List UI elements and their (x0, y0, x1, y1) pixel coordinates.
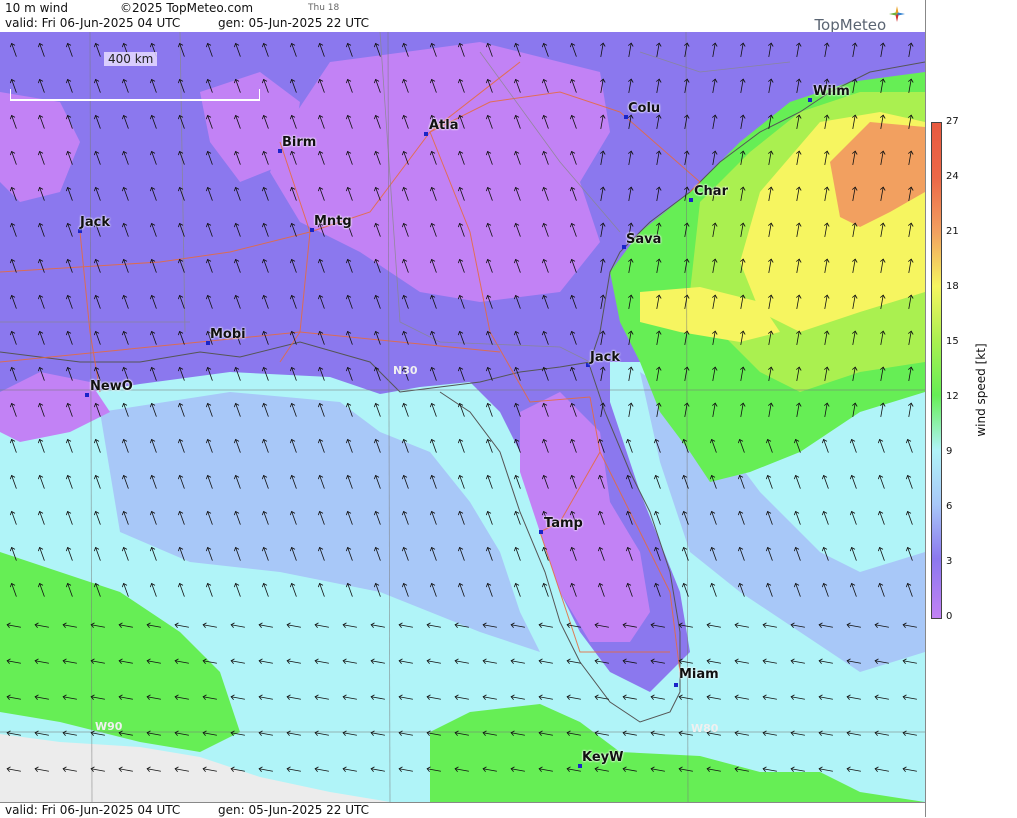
grid-label-w80: W80 (691, 722, 719, 735)
grid-label-n30: N30 (393, 364, 418, 377)
city-label[interactable]: NewO (90, 379, 133, 394)
city-label[interactable]: Sava (626, 232, 661, 247)
city-marker (539, 530, 543, 534)
colorbar-tick: 21 (946, 226, 959, 237)
city-marker (674, 683, 678, 687)
city-marker (424, 132, 428, 136)
city-label[interactable]: Miam (679, 667, 719, 682)
city-label[interactable]: KeyW (582, 750, 623, 765)
city-label[interactable]: Char (694, 184, 728, 199)
colorbar-tick: 6 (946, 501, 953, 512)
footer-bar: valid: Fri 06-Jun-2025 04 UTC gen: 05-Ju… (0, 802, 925, 818)
city-label[interactable]: Tamp (544, 516, 583, 531)
scale-bar (10, 89, 260, 101)
city-marker (85, 393, 89, 397)
scale-bar-label: 400 km (104, 52, 158, 66)
city-marker (689, 198, 693, 202)
colorbar-tick: 3 (946, 556, 953, 567)
colorbar-tick: 18 (946, 281, 959, 292)
colorbar-tick: 9 (946, 446, 953, 457)
valid-time: valid: Fri 06-Jun-2025 04 UTC (5, 16, 181, 30)
colorbar-tick: 27 (946, 116, 959, 127)
generated-time: gen: 05-Jun-2025 22 UTC (218, 16, 370, 30)
colorbar-tick: 12 (946, 391, 959, 402)
colorbar-tick: 0 (946, 611, 953, 622)
product-title: 10 m wind (5, 1, 68, 15)
city-marker (808, 98, 812, 102)
colorbar-legend: 27 24 21 18 15 12 9 6 3 0 wind speed [kt… (925, 0, 1017, 817)
city-label[interactable]: Atla (429, 118, 459, 133)
wind-map[interactable]: 400 km N30 W90 W80 Wilm Colu Atla Birm C… (0, 32, 925, 802)
footer-valid-time: valid: Fri 06-Jun-2025 04 UTC (5, 803, 181, 817)
topmeteo-logo[interactable]: TopMeteo (814, 6, 907, 34)
header-bar: 10 m wind ©2025 TopMeteo.com Thu 18 vali… (0, 0, 925, 34)
city-label[interactable]: Birm (282, 135, 316, 150)
city-label[interactable]: Wilm (813, 84, 850, 99)
colorbar-tick: 15 (946, 336, 959, 347)
forecast-day: Thu 18 (308, 3, 340, 13)
legend-title: wind speed [kt] (974, 343, 988, 437)
city-label[interactable]: Mntg (314, 214, 352, 229)
colorbar (931, 122, 942, 619)
grid-label-w90: W90 (95, 720, 123, 733)
city-label[interactable]: Jack (80, 215, 110, 230)
wind-field-svg (0, 32, 925, 802)
copyright-text: ©2025 TopMeteo.com (120, 1, 254, 15)
city-label[interactable]: Colu (628, 101, 660, 116)
compass-star-icon (889, 6, 905, 26)
colorbar-tick: 24 (946, 171, 959, 182)
footer-generated-time: gen: 05-Jun-2025 22 UTC (218, 803, 370, 817)
city-label[interactable]: Jack (590, 350, 620, 365)
city-label[interactable]: Mobi (210, 327, 246, 342)
